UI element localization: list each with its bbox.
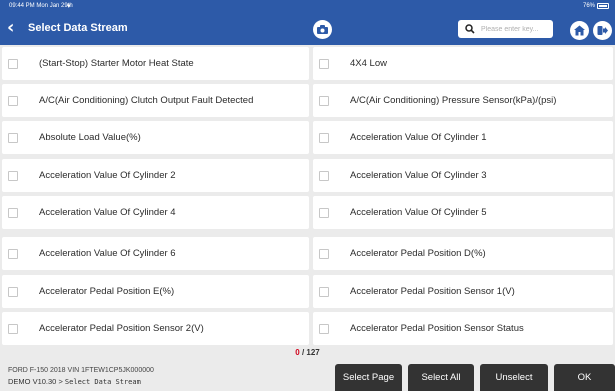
- exit-button[interactable]: [593, 21, 612, 40]
- status-time: 09:44 PM Mon Jan 29th: [9, 3, 73, 9]
- wifi-icon: ▾: [67, 3, 71, 10]
- selected-count: 0: [295, 348, 300, 357]
- list-item[interactable]: Accelerator Pedal Position Sensor 2(V): [2, 312, 309, 345]
- battery-icon: [597, 3, 609, 9]
- item-label: Accelerator Pedal Position Sensor 2(V): [39, 323, 204, 334]
- checkbox[interactable]: [8, 208, 18, 218]
- item-label: A/C(Air Conditioning) Clutch Output Faul…: [39, 95, 254, 106]
- total-count: / 127: [301, 348, 320, 357]
- checkbox[interactable]: [8, 133, 18, 143]
- item-label: Accelerator Pedal Position Sensor Status: [350, 323, 524, 334]
- back-arrow-icon[interactable]: ‹: [7, 18, 21, 38]
- item-label: Acceleration Value Of Cylinder 6: [39, 248, 176, 259]
- home-icon: [574, 25, 585, 36]
- checkbox[interactable]: [319, 208, 329, 218]
- list-item[interactable]: Acceleration Value Of Cylinder 2: [2, 159, 309, 192]
- item-label: Acceleration Value Of Cylinder 3: [350, 170, 487, 181]
- item-label: 4X4 Low: [350, 58, 387, 69]
- list-item[interactable]: Accelerator Pedal Position E(%): [2, 275, 309, 308]
- selection-counter: 0 / 127: [0, 348, 615, 357]
- select-page-button[interactable]: Select Page: [335, 364, 402, 391]
- list-item[interactable]: (Start-Stop) Starter Motor Heat State: [2, 47, 309, 80]
- item-label: Acceleration Value Of Cylinder 5: [350, 207, 487, 218]
- checkbox[interactable]: [319, 96, 329, 106]
- list-item[interactable]: A/C(Air Conditioning) Clutch Output Faul…: [2, 84, 309, 117]
- exit-icon: [597, 26, 608, 35]
- breadcrumb-prefix: DEMO V10.30 >: [8, 377, 63, 386]
- checkbox[interactable]: [8, 96, 18, 106]
- status-bar: 09:44 PM Mon Jan 29th ▾ 76%: [0, 0, 615, 12]
- search-input[interactable]: [481, 22, 549, 36]
- list-item[interactable]: Acceleration Value Of Cylinder 4: [2, 196, 309, 229]
- item-label: Accelerator Pedal Position Sensor 1(V): [350, 286, 515, 297]
- checkbox[interactable]: [8, 287, 18, 297]
- list-item[interactable]: Accelerator Pedal Position Sensor 1(V): [313, 275, 613, 308]
- data-stream-list: (Start-Stop) Starter Motor Heat State 4X…: [0, 45, 615, 346]
- camera-icon: [317, 25, 328, 34]
- page-title: Select Data Stream: [28, 22, 128, 34]
- screenshot-button[interactable]: [313, 20, 332, 39]
- item-label: Acceleration Value Of Cylinder 2: [39, 170, 176, 181]
- checkbox[interactable]: [8, 249, 18, 259]
- home-button[interactable]: [570, 21, 589, 40]
- vehicle-info: FORD F-150 2018 VIN 1FTEW1CP5JK000000: [8, 367, 154, 374]
- search-box[interactable]: [458, 20, 553, 38]
- item-label: Accelerator Pedal Position D(%): [350, 248, 486, 259]
- checkbox[interactable]: [8, 324, 18, 334]
- checkbox[interactable]: [8, 171, 18, 181]
- checkbox[interactable]: [319, 249, 329, 259]
- checkbox[interactable]: [319, 287, 329, 297]
- list-item[interactable]: Acceleration Value Of Cylinder 3: [313, 159, 613, 192]
- select-all-button[interactable]: Select All: [408, 364, 474, 391]
- item-label: Acceleration Value Of Cylinder 1: [350, 132, 487, 143]
- ok-button[interactable]: OK: [554, 364, 615, 391]
- footer-bar: FORD F-150 2018 VIN 1FTEW1CP5JK000000 DE…: [0, 360, 615, 391]
- search-icon: [465, 24, 475, 34]
- checkbox[interactable]: [8, 59, 18, 69]
- item-label: Acceleration Value Of Cylinder 4: [39, 207, 176, 218]
- checkbox[interactable]: [319, 59, 329, 69]
- list-item[interactable]: Absolute Load Value(%): [2, 121, 309, 154]
- item-label: Accelerator Pedal Position E(%): [39, 286, 175, 297]
- battery-level: 76%: [582, 3, 595, 9]
- item-label: (Start-Stop) Starter Motor Heat State: [39, 58, 194, 69]
- list-item[interactable]: 4X4 Low: [313, 47, 613, 80]
- item-label: A/C(Air Conditioning) Pressure Sensor(kP…: [350, 95, 557, 106]
- checkbox[interactable]: [319, 133, 329, 143]
- checkbox[interactable]: [319, 324, 329, 334]
- list-item[interactable]: Acceleration Value Of Cylinder 5: [313, 196, 613, 229]
- breadcrumb-current: Select Data Stream: [64, 378, 141, 386]
- list-item[interactable]: A/C(Air Conditioning) Pressure Sensor(kP…: [313, 84, 613, 117]
- list-item[interactable]: Acceleration Value Of Cylinder 6: [2, 237, 309, 270]
- breadcrumb: DEMO V10.30 > Select Data Stream: [8, 377, 141, 386]
- list-item[interactable]: Accelerator Pedal Position Sensor Status: [313, 312, 613, 345]
- app-header: ‹ Select Data Stream: [0, 12, 615, 45]
- checkbox[interactable]: [319, 171, 329, 181]
- item-label: Absolute Load Value(%): [39, 132, 141, 143]
- list-item[interactable]: Acceleration Value Of Cylinder 1: [313, 121, 613, 154]
- list-item[interactable]: Accelerator Pedal Position D(%): [313, 237, 613, 270]
- unselect-button[interactable]: Unselect: [480, 364, 548, 391]
